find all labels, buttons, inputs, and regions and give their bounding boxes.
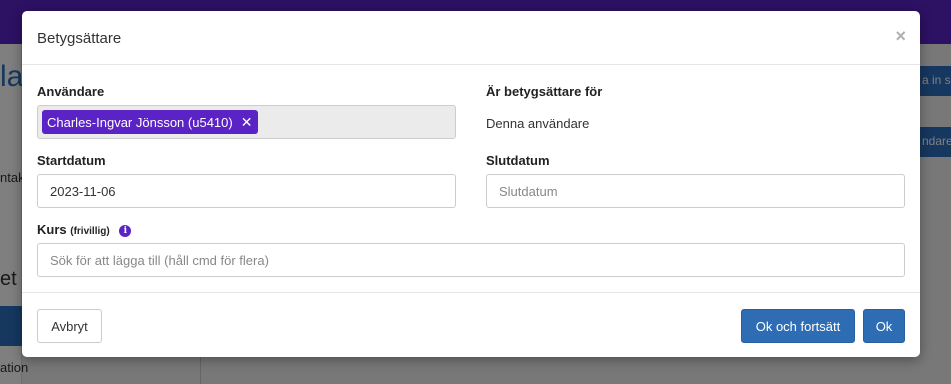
remove-tag-icon[interactable]: ✕	[241, 114, 253, 131]
start-date-input[interactable]: 2023-11-06	[37, 174, 456, 208]
course-label-note: (frivillig)	[70, 226, 110, 237]
course-search-input[interactable]: Sök för att lägga till (håll cmd för fle…	[37, 243, 905, 277]
end-date-label: Slutdatum	[486, 153, 550, 168]
end-date-input[interactable]: Slutdatum	[486, 174, 905, 208]
end-date-placeholder: Slutdatum	[499, 183, 558, 199]
ok-and-continue-button[interactable]: Ok och fortsätt	[741, 309, 855, 343]
user-tag: Charles-Ingvar Jönsson (u5410) ✕	[42, 110, 259, 134]
start-date-value: 2023-11-06	[50, 183, 116, 199]
course-search-placeholder: Sök för att lägga till (håll cmd för fle…	[50, 252, 269, 268]
course-label: Kurs (frivillig) i	[37, 222, 132, 237]
modal-header: Betygsättare ×	[22, 11, 920, 65]
modal-footer: Avbryt Ok och fortsätt Ok	[22, 292, 920, 357]
info-icon[interactable]: i	[119, 225, 132, 237]
modal-title: Betygsättare	[37, 30, 122, 47]
close-icon[interactable]: ×	[895, 27, 906, 45]
grader-for-value: Denna användare	[486, 116, 590, 131]
cancel-button[interactable]: Avbryt	[37, 309, 102, 343]
user-tag-label: Charles-Ingvar Jönsson (u5410)	[47, 114, 233, 130]
ok-button[interactable]: Ok	[863, 309, 905, 343]
user-label: Användare	[37, 84, 105, 99]
grader-for-label: Är betygsättare för	[486, 84, 603, 99]
user-field[interactable]: Charles-Ingvar Jönsson (u5410) ✕	[37, 105, 456, 139]
start-date-label: Startdatum	[37, 153, 106, 168]
course-label-text: Kurs	[37, 222, 67, 237]
grader-modal: Betygsättare × Användare Charles-Ingvar …	[22, 11, 920, 357]
